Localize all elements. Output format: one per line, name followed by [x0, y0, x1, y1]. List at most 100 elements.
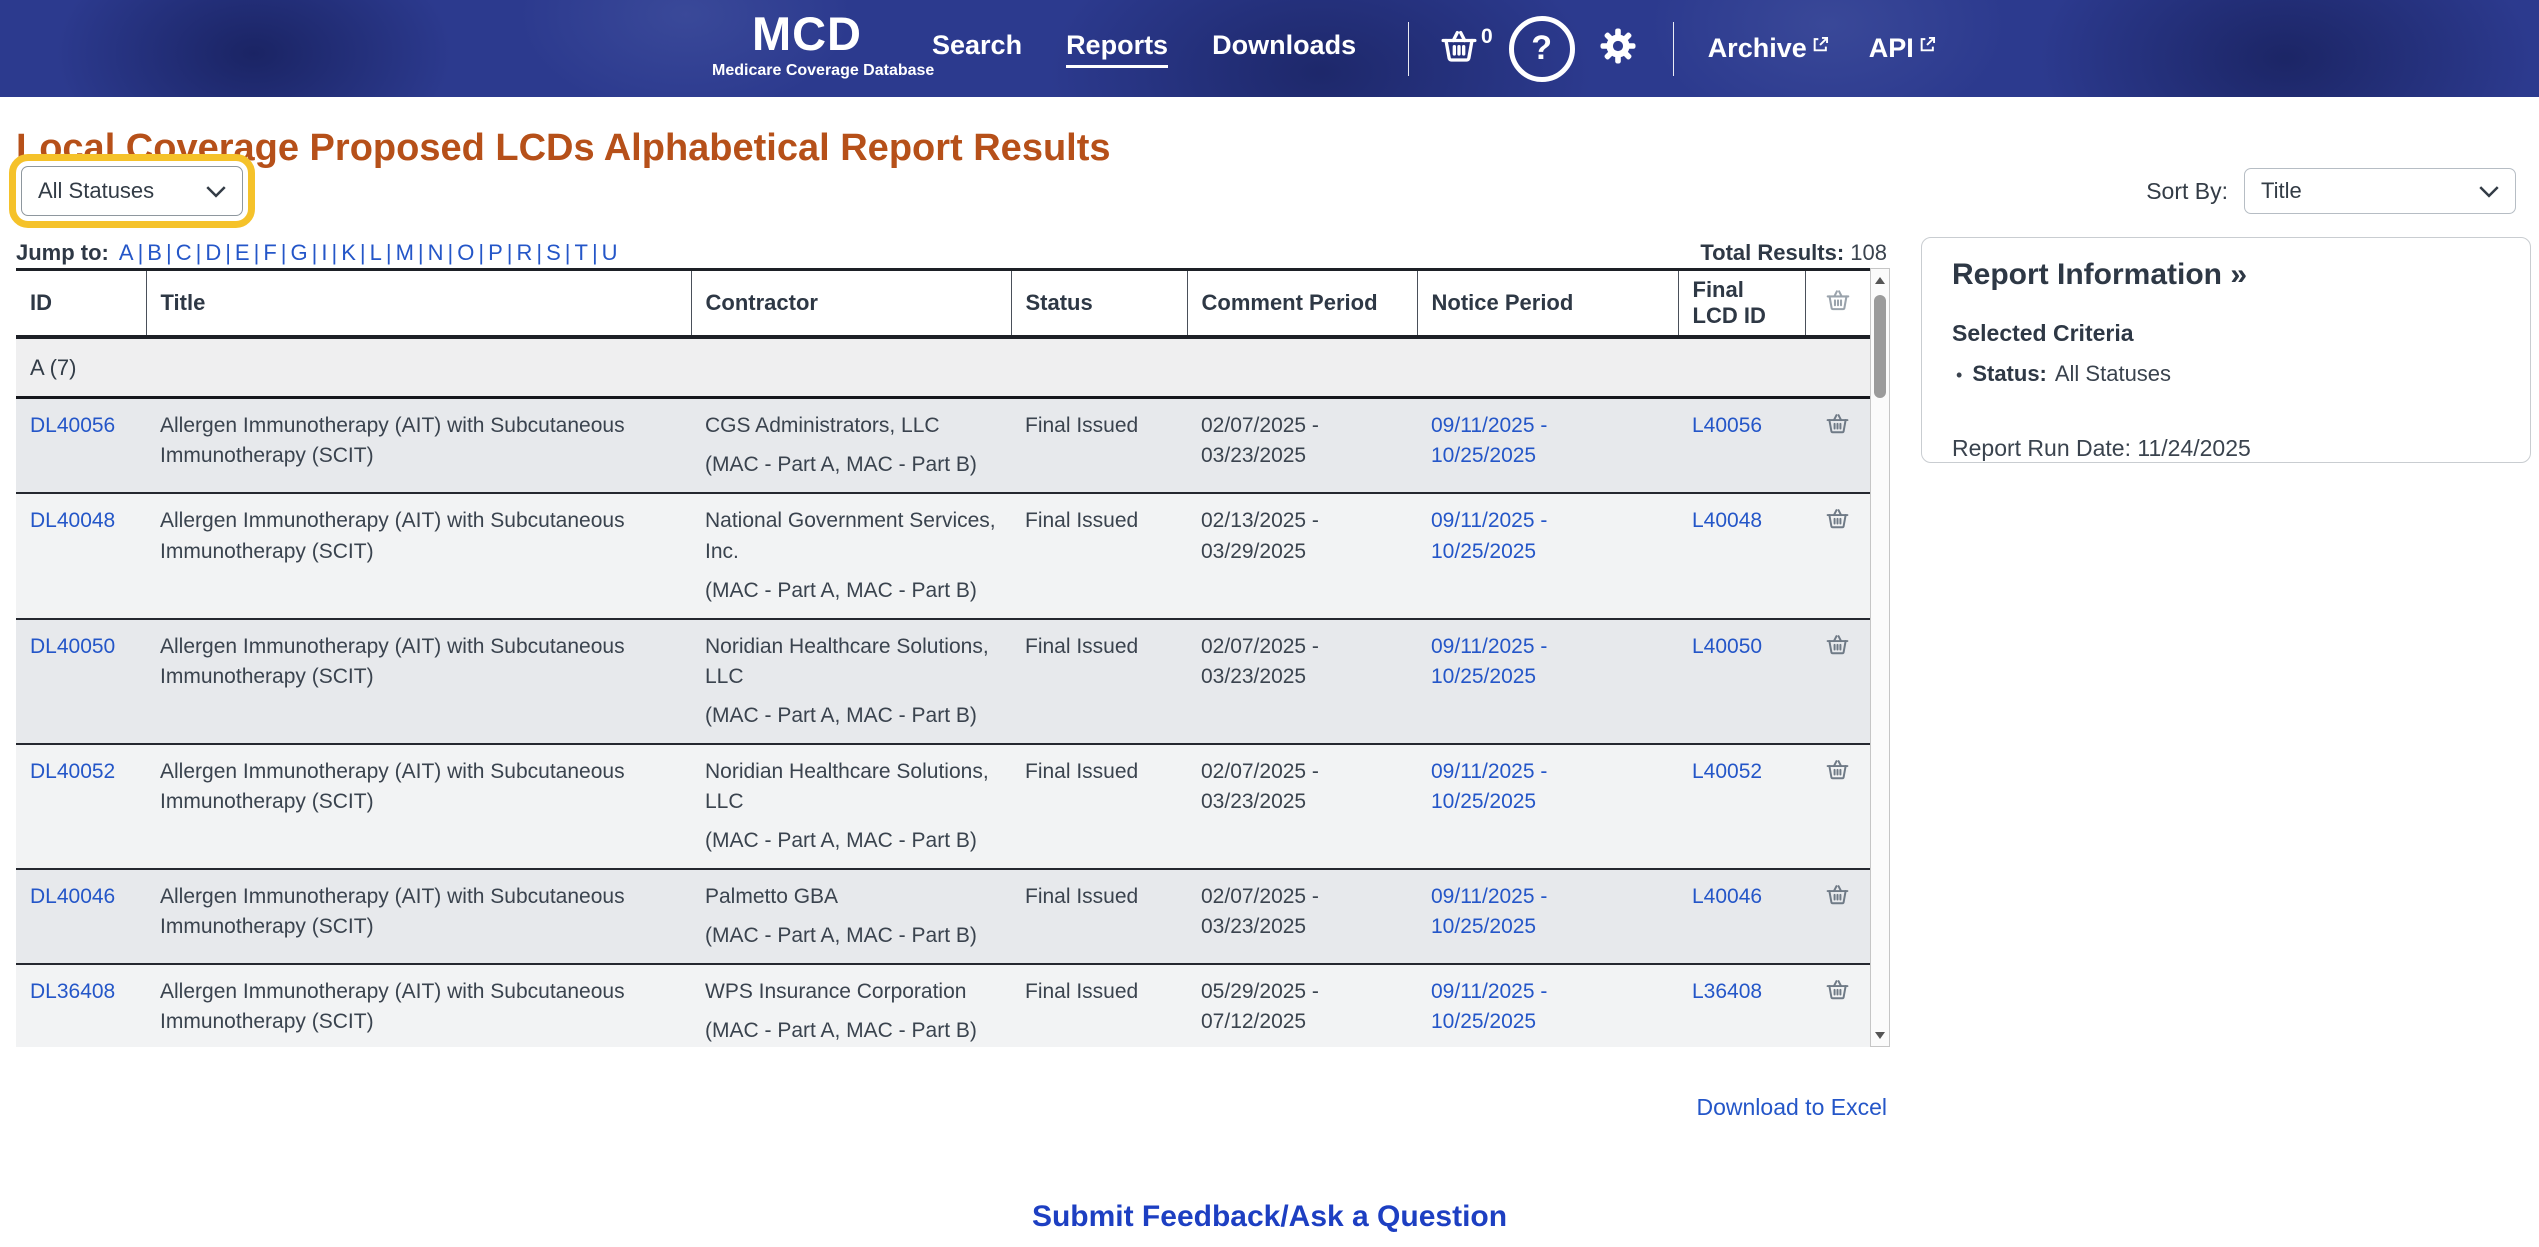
add-to-basket-button[interactable]: [1825, 882, 1850, 916]
contractor-type: (MAC - Part A, MAC - Part B): [705, 923, 977, 947]
jump-letter-K[interactable]: K: [337, 240, 360, 265]
cell-comment-period: 02/13/2025 -03/29/2025: [1187, 493, 1417, 620]
proposed-lcd-id-link[interactable]: DL40056: [30, 414, 115, 437]
cell-id: DL40052: [16, 743, 146, 870]
notice-period-link[interactable]: 09/11/2025 -10/25/2025: [1431, 414, 1547, 467]
jump-to-bar: Jump to: A | B | C | D | E | F | G | I | K | L | M | N | O | P | R | S |…: [16, 240, 622, 266]
table-scrollbar[interactable]: [1870, 268, 1890, 1047]
cell-basket: [1805, 397, 1870, 495]
final-lcd-id-link[interactable]: L40050: [1692, 635, 1762, 658]
add-to-basket-button[interactable]: [1825, 977, 1850, 1011]
contractor-type: (MAC - Part A, MAC - Part B): [705, 1018, 977, 1042]
download-to-excel-link[interactable]: Download to Excel: [1697, 1094, 1888, 1121]
jump-letter-M[interactable]: M: [392, 240, 418, 265]
archive-link-label: Archive: [1707, 33, 1807, 63]
cell-title: Allergen Immunotherapy (AIT) with Subcut…: [146, 397, 691, 495]
submit-feedback-link[interactable]: Submit Feedback/Ask a Question: [1032, 1200, 1507, 1233]
jump-letter-E[interactable]: E: [231, 240, 254, 265]
jump-letter-I[interactable]: I: [317, 240, 331, 265]
column-header-title: Title: [146, 269, 692, 339]
cell-final-lcd-id: L36408: [1678, 963, 1805, 1047]
jump-letter-S[interactable]: S: [542, 240, 565, 265]
bullet-icon: •: [1956, 365, 1963, 385]
cell-status: Final Issued: [1011, 493, 1187, 620]
jump-letter-O[interactable]: O: [453, 240, 478, 265]
basket-button[interactable]: 0: [1439, 25, 1493, 71]
report-information-heading[interactable]: Report Information »: [1952, 258, 2500, 292]
archive-link[interactable]: Archive: [1708, 33, 1829, 64]
api-link[interactable]: API: [1869, 33, 1936, 64]
help-button[interactable]: ?: [1508, 15, 1575, 82]
add-to-basket-button[interactable]: [1825, 411, 1850, 445]
column-header-status: Status: [1011, 269, 1188, 339]
cell-status: Final Issued: [1011, 743, 1187, 870]
contractor-name: Noridian Healthcare Solutions, LLC: [705, 634, 989, 688]
chevron-down-icon: [2479, 178, 2499, 204]
criteria-item: • Status: All Statuses: [1952, 361, 2500, 387]
cell-final-lcd-id: L40056: [1678, 397, 1805, 495]
jump-letter-D[interactable]: D: [201, 240, 225, 265]
sort-by-select[interactable]: Title: [2244, 168, 2516, 214]
cell-basket: [1805, 743, 1870, 870]
main-nav: Search Reports Downloads: [932, 0, 1356, 97]
notice-period-link[interactable]: 09/11/2025 -10/25/2025: [1431, 509, 1547, 562]
jump-separator: |: [417, 240, 424, 265]
notice-period-link[interactable]: 09/11/2025 -10/25/2025: [1431, 760, 1547, 813]
cell-title: Allergen Immunotherapy (AIT) with Subcut…: [146, 963, 691, 1047]
column-header-id: ID: [16, 269, 147, 339]
jump-letter-B[interactable]: B: [143, 240, 166, 265]
final-lcd-id-link[interactable]: L40046: [1692, 885, 1762, 908]
status-filter-value: All Statuses: [38, 178, 155, 203]
table-row: DL40056 Allergen Immunotherapy (AIT) with…: [16, 397, 1870, 495]
jump-letter-R[interactable]: R: [512, 240, 536, 265]
nav-reports[interactable]: Reports: [1066, 30, 1169, 68]
proposed-lcd-id-link[interactable]: DL40052: [30, 760, 115, 783]
column-header-final-lcd-id: Final LCD ID: [1678, 269, 1806, 339]
proposed-lcd-id-link[interactable]: DL40048: [30, 509, 115, 532]
jump-to-label: Jump to:: [16, 240, 109, 265]
proposed-lcd-id-link[interactable]: DL36408: [30, 980, 115, 1003]
jump-letter-A[interactable]: A: [115, 240, 138, 265]
cell-comment-period: 02/07/2025 -03/23/2025: [1187, 743, 1417, 870]
contractor-name: National Government Services, Inc.: [705, 509, 996, 563]
proposed-lcd-id-link[interactable]: DL40050: [30, 635, 115, 658]
final-lcd-id-link[interactable]: L40052: [1692, 760, 1762, 783]
notice-period-link[interactable]: 09/11/2025 -10/25/2025: [1431, 635, 1547, 688]
jump-letter-G[interactable]: G: [287, 240, 312, 265]
contractor-type: (MAC - Part A, MAC - Part B): [705, 453, 977, 477]
nav-search[interactable]: Search: [932, 30, 1022, 68]
jump-separator: |: [359, 240, 366, 265]
settings-button[interactable]: [1597, 25, 1639, 72]
cell-final-lcd-id: L40050: [1678, 618, 1805, 745]
scroll-up-button[interactable]: [1871, 269, 1889, 291]
nav-downloads[interactable]: Downloads: [1212, 30, 1356, 68]
column-header-notice-period: Notice Period: [1417, 269, 1679, 339]
mcd-logo[interactable]: MCD Medicare Coverage Database: [712, 8, 934, 80]
jump-letter-N[interactable]: N: [424, 240, 448, 265]
add-to-basket-button[interactable]: [1825, 757, 1850, 791]
notice-period-link[interactable]: 09/11/2025 -10/25/2025: [1431, 980, 1547, 1033]
jump-letter-F[interactable]: F: [259, 240, 280, 265]
final-lcd-id-link[interactable]: L40056: [1692, 414, 1762, 437]
add-to-basket-button[interactable]: [1825, 506, 1850, 540]
cell-notice-period: 09/11/2025 -10/25/2025: [1417, 493, 1678, 620]
status-filter-select[interactable]: All Statuses: [9, 154, 255, 228]
contractor-name: WPS Insurance Corporation: [705, 979, 967, 1003]
scroll-down-button[interactable]: [1871, 1024, 1889, 1046]
add-to-basket-button[interactable]: [1825, 632, 1850, 666]
cell-id: DL40056: [16, 397, 146, 495]
jump-letter-T[interactable]: T: [570, 240, 591, 265]
notice-period-link[interactable]: 09/11/2025 -10/25/2025: [1431, 885, 1547, 938]
jump-letter-C[interactable]: C: [172, 240, 196, 265]
contractor-type: (MAC - Part A, MAC - Part B): [705, 828, 977, 852]
scrollbar-thumb[interactable]: [1874, 295, 1886, 398]
final-lcd-id-link[interactable]: L40048: [1692, 509, 1762, 532]
jump-letter-L[interactable]: L: [366, 240, 386, 265]
final-lcd-id-link[interactable]: L36408: [1692, 980, 1762, 1003]
column-header-basket: [1805, 269, 1870, 339]
external-link-icon: [1812, 29, 1829, 60]
jump-letter-P[interactable]: P: [484, 240, 507, 265]
cell-id: DL40050: [16, 618, 146, 745]
proposed-lcd-id-link[interactable]: DL40046: [30, 885, 115, 908]
jump-letter-U[interactable]: U: [598, 240, 622, 265]
